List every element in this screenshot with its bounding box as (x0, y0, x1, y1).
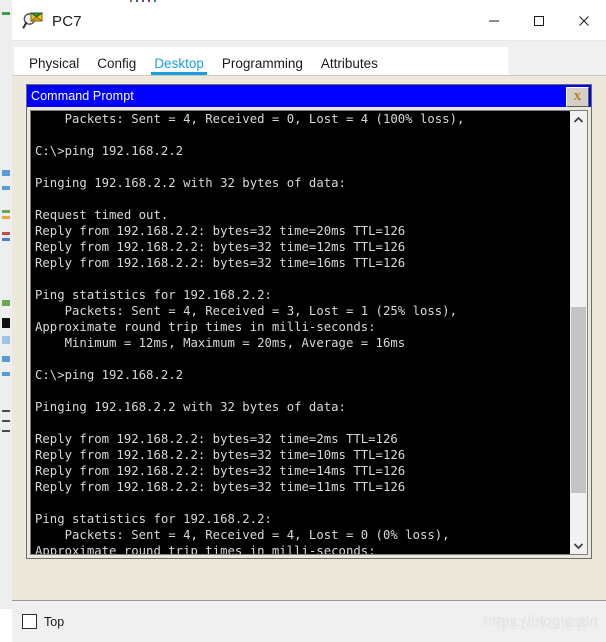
terminal-line: Approximate round trip times in milli-se… (35, 320, 376, 334)
tab-physical[interactable]: Physical (20, 56, 88, 76)
terminal-line: Packets: Sent = 4, Received = 4, Lost = … (35, 528, 450, 542)
window-title: PC7 (52, 12, 82, 30)
bg-chip (2, 12, 10, 15)
terminal-line: Pinging 192.168.2.2 with 32 bytes of dat… (35, 400, 346, 414)
window-titlebar: PC7 (12, 2, 606, 41)
bg-chip (2, 356, 10, 362)
terminal-line: Minimum = 12ms, Maximum = 20ms, Average … (35, 336, 406, 350)
bg-chip (2, 336, 10, 344)
terminal-line: Reply from 192.168.2.2: bytes=32 time=10… (35, 448, 406, 462)
window-controls (471, 2, 606, 40)
command-prompt-close-button[interactable]: X (566, 87, 589, 107)
bg-chip (2, 410, 10, 412)
watermark-brand: @51CTO博客 (494, 616, 590, 633)
terminal-line: Reply from 192.168.2.2: bytes=32 time=14… (35, 464, 406, 478)
bg-chip (2, 170, 10, 176)
command-prompt-title: Command Prompt (31, 89, 134, 103)
tab-programming[interactable]: Programming (213, 56, 312, 76)
scrollbar-thumb[interactable] (571, 307, 586, 493)
bg-chip (2, 238, 10, 241)
window-footer: Top https://blog.csdn @51CTO博客 (12, 600, 606, 642)
bg-chip (2, 210, 10, 213)
minimize-button[interactable] (471, 2, 516, 40)
terminal-line: Packets: Sent = 4, Received = 0, Lost = … (35, 112, 465, 126)
terminal-line: C:\>ping 192.168.2.2 (35, 144, 184, 158)
terminal-line: Reply from 192.168.2.2: bytes=32 time=12… (35, 240, 406, 254)
tab-config[interactable]: Config (88, 56, 145, 76)
bg-chip (2, 372, 10, 376)
bg-chip (2, 186, 10, 190)
bg-chip (2, 420, 10, 422)
terminal-line: Request timed out. (35, 208, 169, 222)
scroll-down-icon[interactable] (570, 537, 587, 554)
command-prompt-window: Command Prompt X Packets: Sent = 4, Rece… (26, 84, 592, 559)
command-prompt-titlebar: Command Prompt X (27, 85, 591, 107)
terminal-line: Reply from 192.168.2.2: bytes=32 time=11… (35, 480, 406, 494)
scroll-up-icon[interactable] (570, 111, 587, 128)
terminal-outer: Packets: Sent = 4, Received = 0, Lost = … (30, 110, 588, 555)
close-button[interactable] (561, 2, 606, 40)
bg-chip (2, 430, 10, 432)
watermark-url: https://blog.csdn (483, 613, 598, 630)
bg-chip (2, 216, 10, 219)
terminal-line: Reply from 192.168.2.2: bytes=32 time=2m… (35, 432, 398, 446)
bg-chip (2, 318, 10, 328)
terminal-output[interactable]: Packets: Sent = 4, Received = 0, Lost = … (31, 111, 569, 554)
tab-desktop[interactable]: Desktop (145, 56, 213, 76)
tab-strip: Physical Config Desktop Programming Attr… (14, 47, 508, 75)
terminal-line: Reply from 192.168.2.2: bytes=32 time=20… (35, 224, 406, 238)
top-checkbox-label: Top (44, 614, 65, 629)
terminal-line: Pinging 192.168.2.2 with 32 bytes of dat… (35, 176, 346, 190)
packet-tracer-pc-icon (22, 10, 44, 32)
top-checkbox[interactable] (22, 614, 37, 629)
bg-chip (2, 300, 10, 306)
terminal-line: Packets: Sent = 4, Received = 3, Lost = … (35, 304, 457, 318)
terminal-line: C:\>ping 192.168.2.2 (35, 368, 184, 382)
terminal-scrollbar[interactable] (569, 111, 587, 554)
tab-attributes[interactable]: Attributes (312, 56, 387, 76)
bg-chip (2, 232, 10, 235)
terminal-line: Ping statistics for 192.168.2.2: (35, 288, 272, 302)
maximize-button[interactable] (516, 2, 561, 40)
pc-device-window: PC7 Physical Config Desktop Programming … (12, 2, 606, 642)
terminal-line: Reply from 192.168.2.2: bytes=32 time=16… (35, 256, 406, 270)
terminal-line: Ping statistics for 192.168.2.2: (35, 512, 272, 526)
terminal-line: Approximate round trip times in milli-se… (35, 544, 376, 554)
tab-strip-background: Physical Config Desktop Programming Attr… (12, 41, 606, 75)
desktop-panel: Command Prompt X Packets: Sent = 4, Rece… (12, 75, 606, 600)
